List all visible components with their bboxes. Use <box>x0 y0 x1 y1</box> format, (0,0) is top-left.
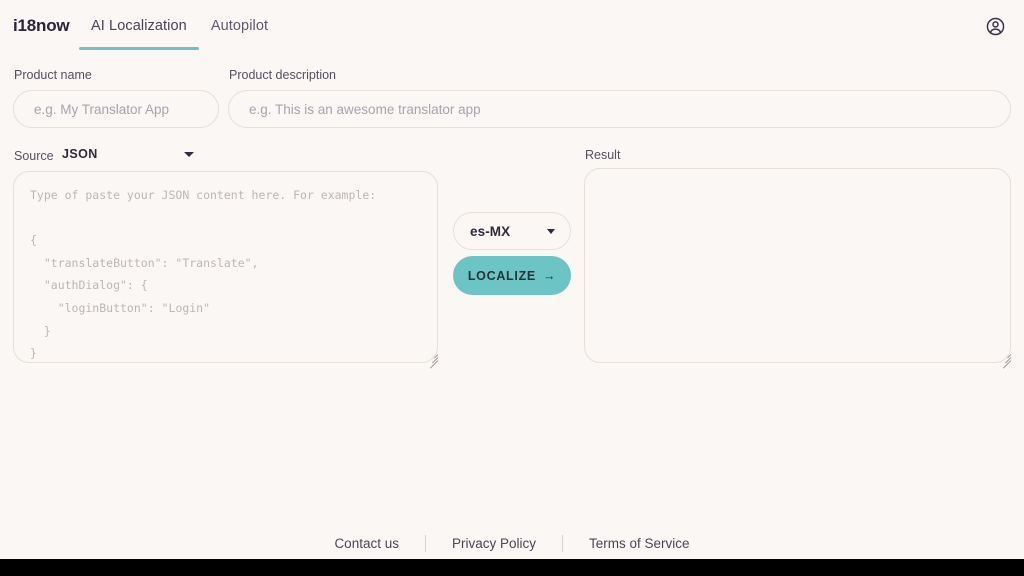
footer-link-privacy-policy[interactable]: Privacy Policy <box>426 536 562 551</box>
app-header: i18now AI Localization Autopilot <box>0 0 1024 52</box>
result-label: Result <box>585 148 621 162</box>
source-format-select[interactable]: JSON <box>62 147 194 161</box>
tab-autopilot[interactable]: Autopilot <box>199 0 280 50</box>
app-root: i18now AI Localization Autopilot Product… <box>0 0 1024 559</box>
tab-autopilot-label: Autopilot <box>210 18 269 34</box>
localize-button-label: LOCALIZE <box>467 268 536 283</box>
account-circle-icon[interactable] <box>985 16 1006 37</box>
brand-logo[interactable]: i18now <box>13 16 70 36</box>
product-description-input[interactable] <box>228 90 1011 128</box>
source-format-value: JSON <box>62 147 98 161</box>
screen-bottom-bar <box>0 559 1024 576</box>
result-textarea[interactable] <box>584 168 1011 363</box>
tab-ai-localization-label: AI Localization <box>91 18 187 34</box>
tab-ai-localization[interactable]: AI Localization <box>79 0 199 50</box>
source-label: Source <box>14 149 54 163</box>
arrow-right-icon: → <box>542 268 557 283</box>
target-language-value: es-MX <box>470 223 511 239</box>
product-name-label: Product name <box>14 68 92 82</box>
footer-link-terms-of-service[interactable]: Terms of Service <box>563 536 716 551</box>
localize-button[interactable]: LOCALIZE → <box>453 256 571 295</box>
nav-tabs: AI Localization Autopilot <box>79 0 280 52</box>
chevron-down-icon <box>547 228 555 234</box>
chevron-down-icon <box>183 151 194 157</box>
product-name-input[interactable] <box>13 90 219 128</box>
target-language-select[interactable]: es-MX <box>453 212 571 250</box>
app-footer: Contact us Privacy Policy Terms of Servi… <box>0 526 1024 560</box>
source-content-textarea[interactable] <box>13 171 438 363</box>
footer-link-contact-us[interactable]: Contact us <box>308 536 425 551</box>
product-description-label: Product description <box>229 68 337 82</box>
